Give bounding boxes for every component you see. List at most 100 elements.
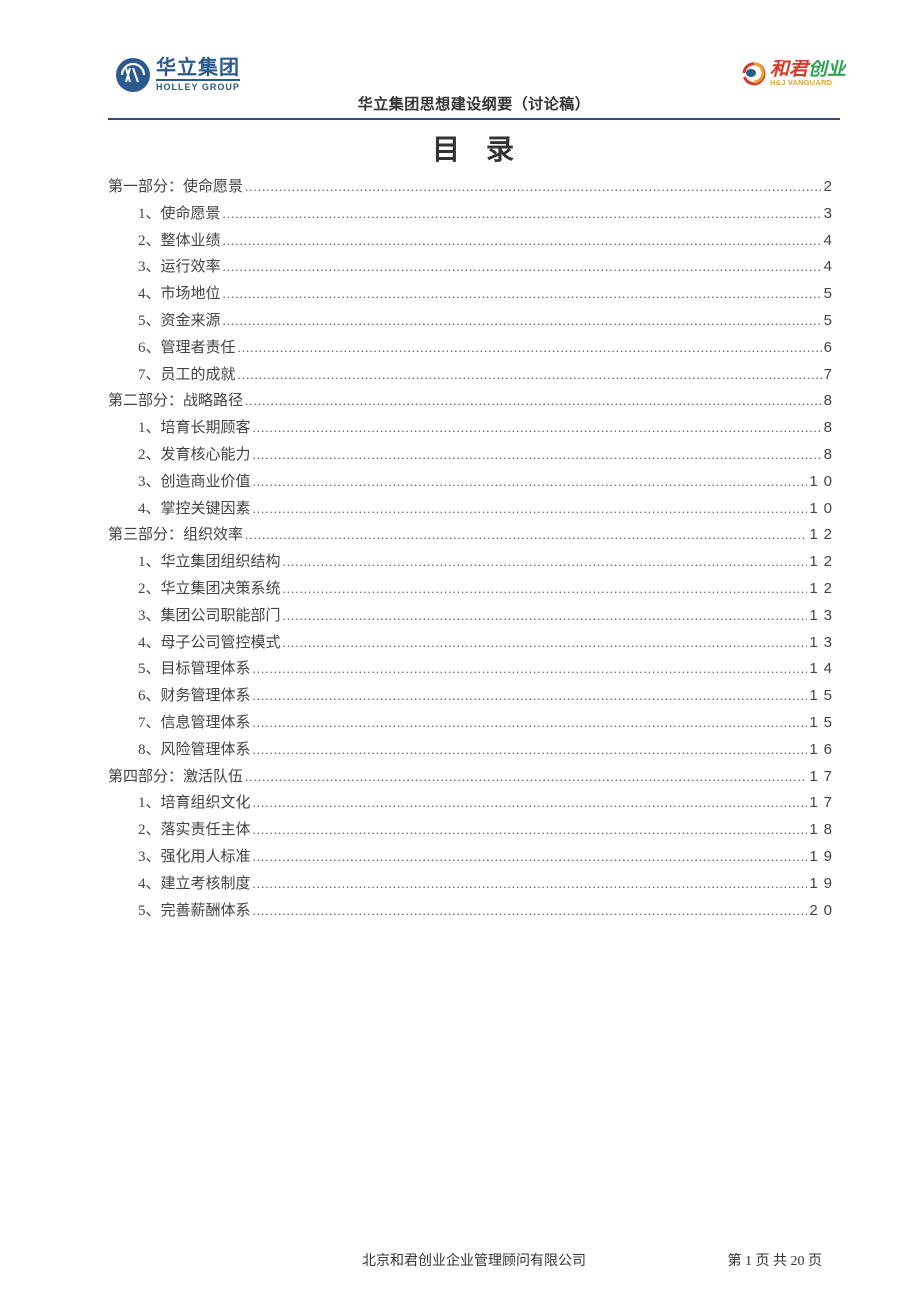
holley-logo-mark-icon	[116, 58, 150, 92]
toc-entry[interactable]: 第四部分：激活队伍17	[108, 764, 840, 791]
toc-entry-label: 第三部分：组织效率	[108, 523, 243, 549]
toc-entry-label: 1、华立集团组织结构	[138, 550, 281, 576]
toc-entry[interactable]: 6、管理者责任6	[108, 335, 840, 362]
toc-entry[interactable]: 1、华立集团组织结构 12	[108, 549, 840, 576]
toc-entry-page: 17	[809, 764, 840, 790]
toc-leader-dots	[245, 175, 822, 201]
toc-entry-label: 3、创造商业价值	[138, 470, 251, 496]
toc-entry-label: 4、建立考核制度	[138, 872, 251, 898]
toc-leader-dots	[253, 497, 808, 523]
toc-entry[interactable]: 1、使命愿景 3	[108, 201, 840, 228]
toc-entry-label: 3、强化用人标准	[138, 845, 251, 871]
toc-entry[interactable]: 7、信息管理体系 15	[108, 710, 840, 737]
toc-entry-label: 4、母子公司管控模式	[138, 631, 281, 657]
toc-entry-page: 3	[824, 201, 840, 227]
toc-entry[interactable]: 3、强化用人标准19	[108, 844, 840, 871]
toc-entry-page: 8	[824, 388, 840, 414]
document-subtitle: 华立集团思想建设纲要（讨论稿）	[358, 93, 591, 114]
toc-entry-label: 4、市场地位	[138, 282, 221, 308]
toc-entry-label: 第一部分：使命愿景	[108, 175, 243, 201]
toc-entry-page: 16	[809, 737, 840, 763]
toc-entry-label: 2、华立集团决策系统	[138, 577, 281, 603]
toc-entry-label: 2、发育核心能力	[138, 443, 251, 469]
toc-leader-dots	[223, 202, 822, 228]
toc-entry-label: 3、运行效率	[138, 255, 221, 281]
toc-entry-page: 18	[809, 817, 840, 843]
toc-entry[interactable]: 5、完善薪酬体系 20	[108, 898, 840, 925]
page-header: 华立集团 HOLLEY GROUP 华立集团思想建设纲要（讨论稿） 和君创业 H…	[108, 60, 840, 120]
toc-entry-page: 20	[809, 898, 840, 924]
toc-leader-dots	[245, 389, 822, 415]
toc-entry-label: 第二部分：战略路径	[108, 389, 243, 415]
holley-logo-cn: 华立集团	[156, 58, 240, 81]
toc-entry-page: 6	[824, 335, 840, 361]
toc-leader-dots	[238, 363, 822, 389]
toc-entry[interactable]: 2、华立集团决策系统 12	[108, 576, 840, 603]
toc-entry-page: 12	[809, 549, 840, 575]
toc-entry-page: 15	[809, 683, 840, 709]
toc-entry-label: 7、员工的成就	[138, 363, 236, 389]
toc-leader-dots	[223, 282, 822, 308]
toc-leader-dots	[283, 631, 808, 657]
toc-entry[interactable]: 2、落实责任主体 18	[108, 817, 840, 844]
toc-entry[interactable]: 3、集团公司职能部门 13	[108, 603, 840, 630]
toc-leader-dots	[253, 899, 808, 925]
hj-vanguard-logo-cn: 和君创业	[770, 60, 846, 79]
toc-leader-dots	[223, 255, 822, 281]
toc-entry[interactable]: 4、市场地位 5	[108, 281, 840, 308]
toc-entry[interactable]: 第三部分：组织效率12	[108, 522, 840, 549]
toc-leader-dots	[245, 523, 807, 549]
toc-entry-label: 1、培育组织文化	[138, 791, 251, 817]
toc-entry[interactable]: 4、掌控关键因素10	[108, 496, 840, 523]
hj-vanguard-logo-mark-icon	[740, 60, 768, 86]
toc-entry-page: 2	[824, 174, 840, 200]
toc-entry-page: 13	[809, 630, 840, 656]
toc-entry-label: 5、完善薪酬体系	[138, 899, 251, 925]
toc-entry-label: 1、使命愿景	[138, 202, 221, 228]
toc-leader-dots	[283, 550, 808, 576]
toc-leader-dots	[253, 738, 808, 764]
toc-entry[interactable]: 2、整体业绩4	[108, 228, 840, 255]
toc-entry-label: 8、风险管理体系	[138, 738, 251, 764]
toc-leader-dots	[253, 443, 822, 469]
toc-entry-label: 1、培育长期顾客	[138, 416, 251, 442]
toc-entry[interactable]: 5、目标管理体系14	[108, 656, 840, 683]
toc-leader-dots	[253, 684, 808, 710]
toc-entry[interactable]: 第一部分：使命愿景 2	[108, 174, 840, 201]
toc-leader-dots	[253, 711, 808, 737]
toc-leader-dots	[253, 470, 808, 496]
toc-entry-label: 3、集团公司职能部门	[138, 604, 281, 630]
toc-entry[interactable]: 3、运行效率4	[108, 254, 840, 281]
toc-leader-dots	[253, 818, 808, 844]
toc-entry[interactable]: 7、员工的成就7	[108, 362, 840, 389]
toc-entry-page: 13	[809, 603, 840, 629]
toc-entry-label: 2、落实责任主体	[138, 818, 251, 844]
toc-entry[interactable]: 6、财务管理体系15	[108, 683, 840, 710]
toc-entry-page: 5	[824, 281, 840, 307]
toc-entry[interactable]: 3、创造商业价值 10	[108, 469, 840, 496]
toc-leader-dots	[238, 336, 822, 362]
toc-leader-dots	[253, 845, 808, 871]
toc-entry-label: 4、掌控关键因素	[138, 497, 251, 523]
toc-entry[interactable]: 8、风险管理体系 16	[108, 737, 840, 764]
footer-company: 北京和君创业企业管理顾问有限公司	[362, 1250, 586, 1270]
toc-entry[interactable]: 4、母子公司管控模式 13	[108, 630, 840, 657]
toc-entry-page: 8	[824, 442, 840, 468]
toc-leader-dots	[253, 416, 822, 442]
toc-entry[interactable]: 4、建立考核制度19	[108, 871, 840, 898]
toc-entry[interactable]: 2、发育核心能力 8	[108, 442, 840, 469]
toc-entry-label: 2、整体业绩	[138, 229, 221, 255]
toc-leader-dots	[223, 309, 822, 335]
toc-entry-page: 10	[809, 469, 840, 495]
toc-entry[interactable]: 1、培育长期顾客 8	[108, 415, 840, 442]
toc-entry-label: 5、资金来源	[138, 309, 221, 335]
page-title: 目录	[132, 128, 840, 168]
holley-logo: 华立集团 HOLLEY GROUP	[116, 58, 240, 92]
toc-entry-page: 15	[809, 710, 840, 736]
toc-entry[interactable]: 1、培育组织文化17	[108, 790, 840, 817]
toc-entry-page: 8	[824, 415, 840, 441]
toc-entry-page: 12	[809, 576, 840, 602]
toc-entry[interactable]: 5、资金来源5	[108, 308, 840, 335]
toc-entry[interactable]: 第二部分：战略路径 8	[108, 388, 840, 415]
toc-entry-label: 7、信息管理体系	[138, 711, 251, 737]
